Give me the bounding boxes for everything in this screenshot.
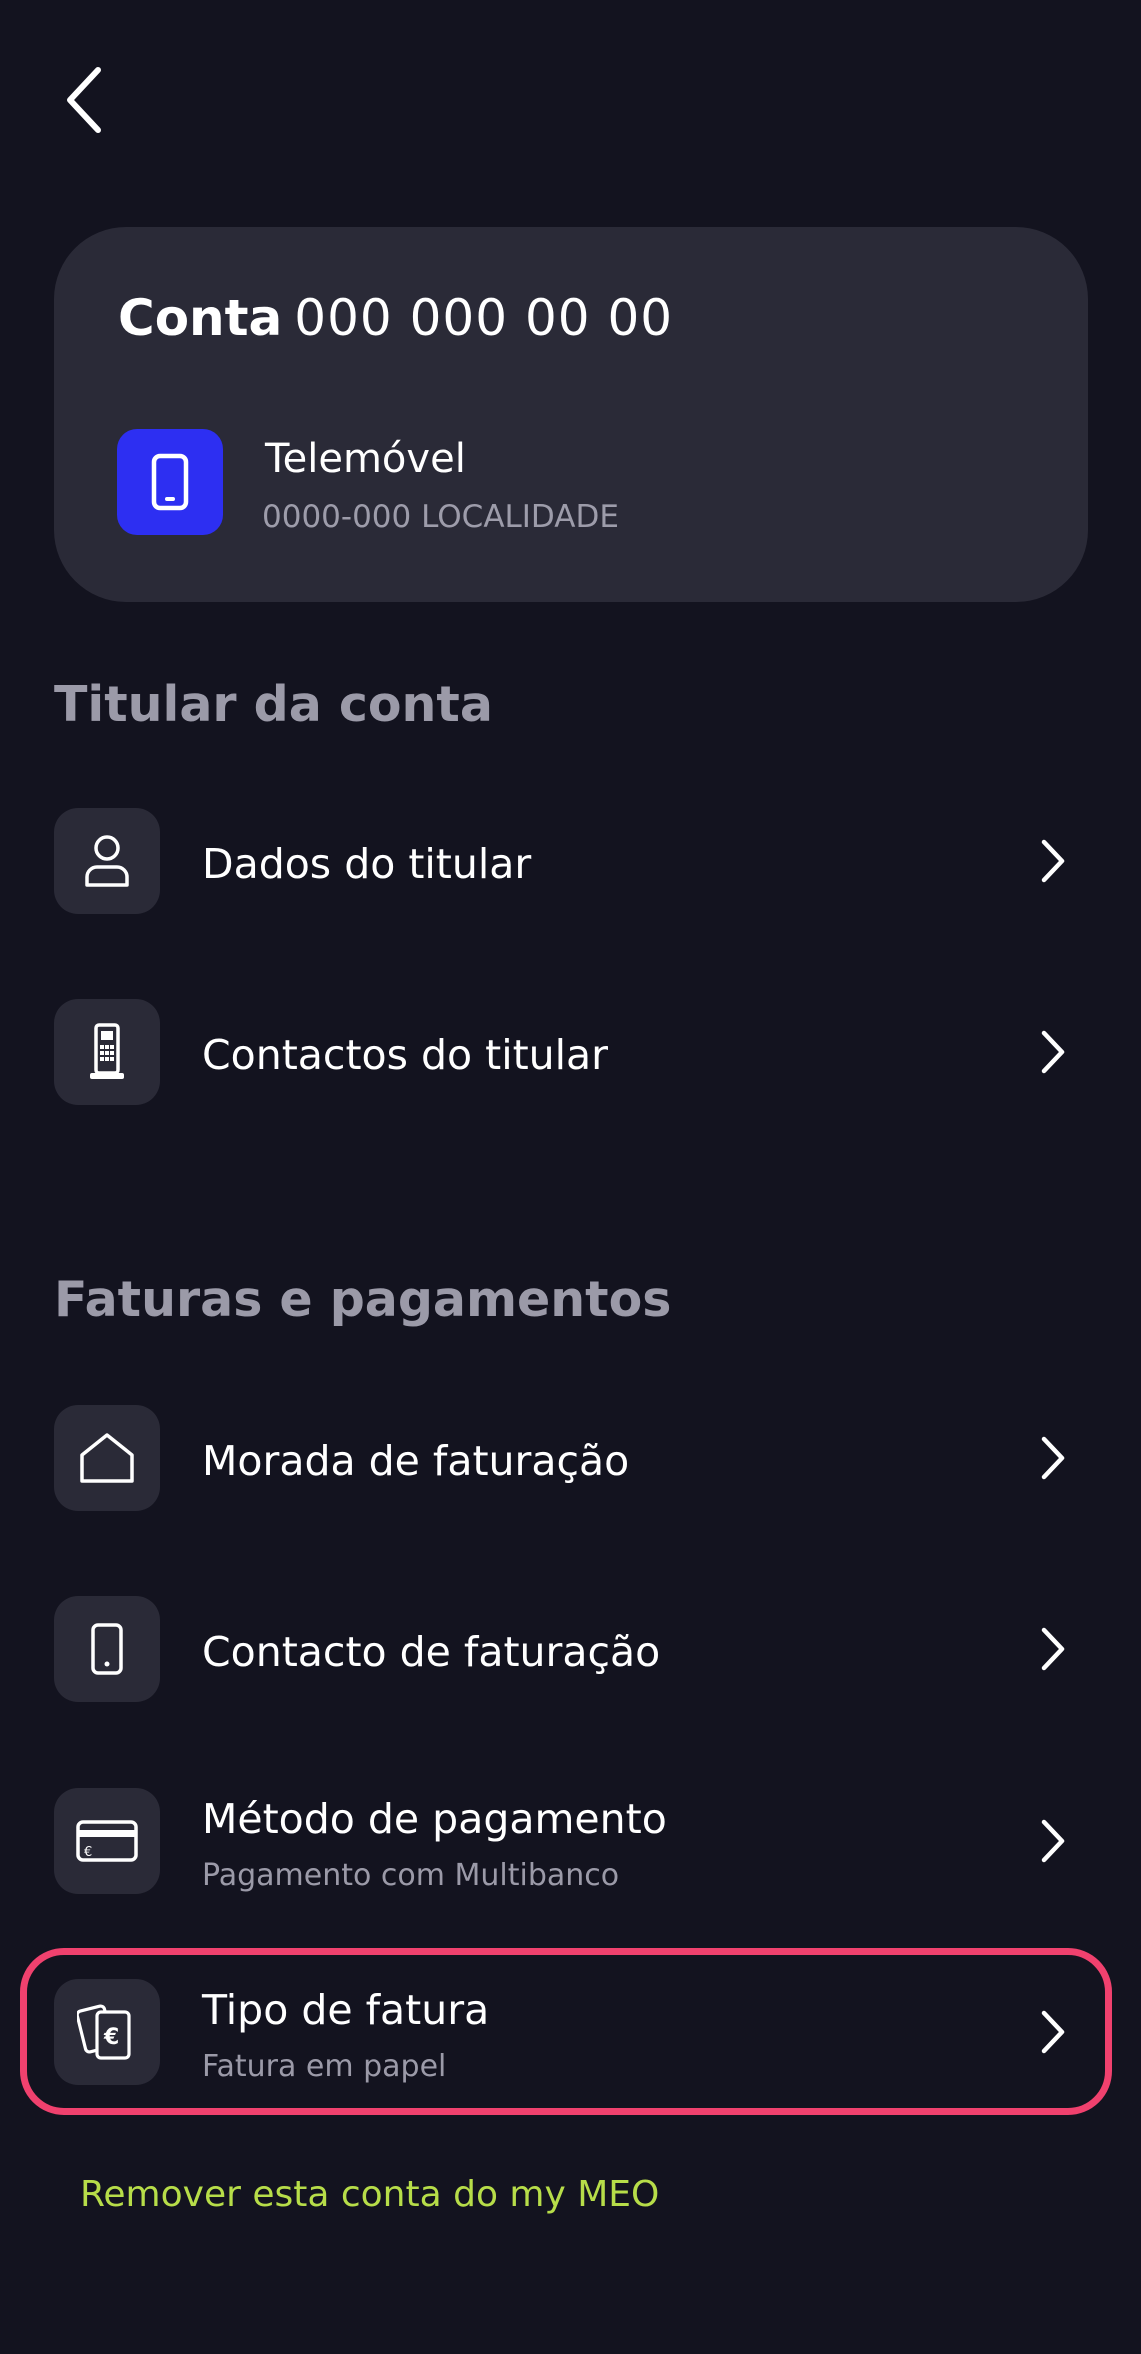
credit-card-icon: € xyxy=(76,1820,138,1862)
invoice-euro-icon: € xyxy=(77,2004,131,2060)
service-badge xyxy=(117,429,223,535)
item-icon-box xyxy=(54,1405,160,1511)
service-name: Telemóvel xyxy=(265,436,466,482)
item-icon-box xyxy=(54,999,160,1105)
item-icon-box xyxy=(54,1596,160,1702)
svg-text:€: € xyxy=(103,2025,119,2050)
chevron-right-icon xyxy=(1041,1030,1065,1074)
item-subtitle: Fatura em papel xyxy=(202,2049,447,2084)
item-label: Morada de faturação xyxy=(202,1437,630,1485)
chevron-right-icon xyxy=(1041,1436,1065,1480)
service-location: 0000-000 LOCALIDADE xyxy=(262,499,619,535)
list-item-billing-contact[interactable]: Contacto de faturação xyxy=(54,1596,1088,1702)
item-label: Contacto de faturação xyxy=(202,1628,661,1676)
house-icon xyxy=(80,1433,134,1483)
list-item-billing-address[interactable]: Morada de faturação xyxy=(54,1405,1088,1511)
list-item-payment-method[interactable]: € Método de pagamento Pagamento com Mult… xyxy=(54,1788,1088,1894)
chevron-right-icon xyxy=(1041,839,1065,883)
account-number: 000 000 00 00 xyxy=(294,289,674,347)
item-icon-box xyxy=(54,808,160,914)
item-icon-box: € xyxy=(54,1979,160,2085)
item-subtitle: Pagamento com Multibanco xyxy=(202,1858,620,1893)
mobile-phone-icon xyxy=(151,453,189,511)
mobile-phone-icon xyxy=(91,1623,123,1675)
item-icon-box: € xyxy=(54,1788,160,1894)
svg-text:€: € xyxy=(84,1845,92,1860)
landline-phone-icon xyxy=(90,1023,124,1079)
list-item-holder-data[interactable]: Dados do titular xyxy=(54,808,1088,914)
remove-account-link[interactable]: Remover esta conta do my MEO xyxy=(80,2177,659,2213)
account-label: Conta xyxy=(118,289,283,347)
item-label: Método de pagamento xyxy=(202,1795,667,1843)
account-card: Conta 000 000 00 00 Telemóvel 0000-000 LO… xyxy=(54,227,1088,602)
chevron-left-icon xyxy=(67,67,101,133)
item-label: Contactos do titular xyxy=(202,1031,609,1079)
chevron-right-icon xyxy=(1041,1819,1065,1863)
list-item-holder-contacts[interactable]: Contactos do titular xyxy=(54,999,1088,1105)
person-icon xyxy=(85,835,129,887)
item-label: Dados do titular xyxy=(202,840,532,888)
account-title: Conta 000 000 00 00 xyxy=(118,293,673,343)
section-title-account-holder: Titular da conta xyxy=(54,676,493,733)
item-label: Tipo de fatura xyxy=(202,1986,490,2034)
chevron-right-icon xyxy=(1041,2010,1065,2054)
back-button[interactable] xyxy=(58,62,118,138)
chevron-right-icon xyxy=(1041,1627,1065,1671)
list-item-invoice-type[interactable]: € Tipo de fatura Fatura em papel xyxy=(54,1979,1088,2085)
section-title-billing: Faturas e pagamentos xyxy=(54,1271,672,1328)
